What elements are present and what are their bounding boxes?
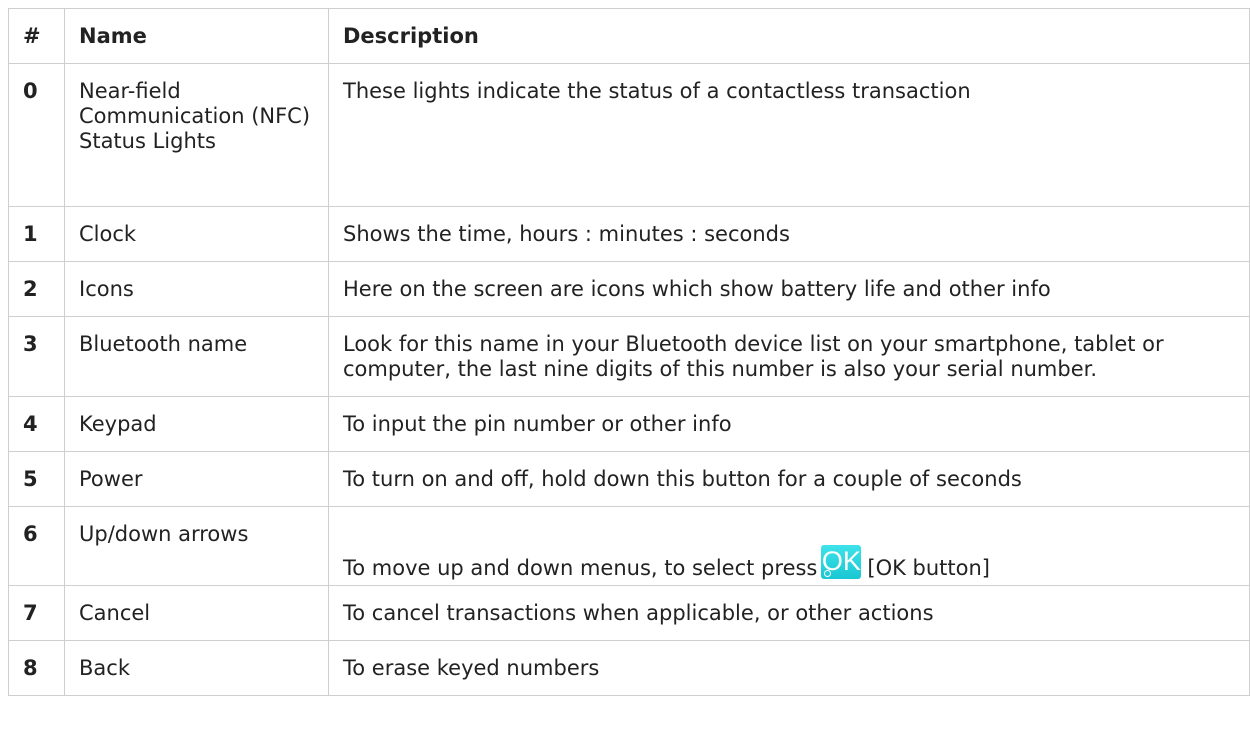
table-header-row: # Name Description — [8, 8, 1250, 64]
table-row: 0 Near-field Communication (NFC) Status … — [8, 63, 1250, 207]
row-number: 3 — [8, 316, 65, 397]
row-number: 1 — [8, 206, 65, 262]
table-row: 6 Up/down arrows To move up and down men… — [8, 506, 1250, 586]
header-name: Name — [64, 8, 329, 64]
row-description: To move up and down menus, to select pre… — [328, 506, 1250, 586]
row-description: To erase keyed numbers — [328, 640, 1250, 696]
row-description: To input the pin number or other info — [328, 396, 1250, 452]
table-row: 5 Power To turn on and off, hold down th… — [8, 451, 1250, 507]
row-number: 0 — [8, 63, 65, 207]
header-description: Description — [328, 8, 1250, 64]
row-name: Back — [64, 640, 329, 696]
row-name: Bluetooth name — [64, 316, 329, 397]
table-row: 2 Icons Here on the screen are icons whi… — [8, 261, 1250, 317]
row-description: Shows the time, hours : minutes : second… — [328, 206, 1250, 262]
row-number: 7 — [8, 585, 65, 641]
row-name: Icons — [64, 261, 329, 317]
row-name: Power — [64, 451, 329, 507]
row-name: Up/down arrows — [64, 506, 329, 586]
table-row: 4 Keypad To input the pin number or othe… — [8, 396, 1250, 452]
row-description: To cancel transactions when applicable, … — [328, 585, 1250, 641]
table-row: 8 Back To erase keyed numbers — [8, 640, 1250, 696]
row-description: These lights indicate the status of a co… — [328, 63, 1250, 207]
table-row: 7 Cancel To cancel transactions when app… — [8, 585, 1250, 641]
row-number: 5 — [8, 451, 65, 507]
description-text-before: To move up and down menus, to select pre… — [343, 556, 818, 580]
row-number: 4 — [8, 396, 65, 452]
row-description: Here on the screen are icons which show … — [328, 261, 1250, 317]
row-name: Keypad — [64, 396, 329, 452]
row-name: Clock — [64, 206, 329, 262]
ok-button-icon: OK — [821, 545, 862, 579]
table-row: 3 Bluetooth name Look for this name in y… — [8, 316, 1250, 397]
header-number: # — [8, 8, 65, 64]
row-description: Look for this name in your Bluetooth dev… — [328, 316, 1250, 397]
description-text-after: [OK button] — [867, 556, 991, 580]
table-row: 1 Clock Shows the time, hours : minutes … — [8, 206, 1250, 262]
device-parts-table: # Name Description 0 Near-field Communic… — [8, 8, 1250, 696]
row-description: To turn on and off, hold down this butto… — [328, 451, 1250, 507]
row-name: Near-field Communication (NFC) Status Li… — [64, 63, 329, 207]
row-name: Cancel — [64, 585, 329, 641]
row-number: 6 — [8, 506, 65, 586]
row-number: 8 — [8, 640, 65, 696]
row-number: 2 — [8, 261, 65, 317]
